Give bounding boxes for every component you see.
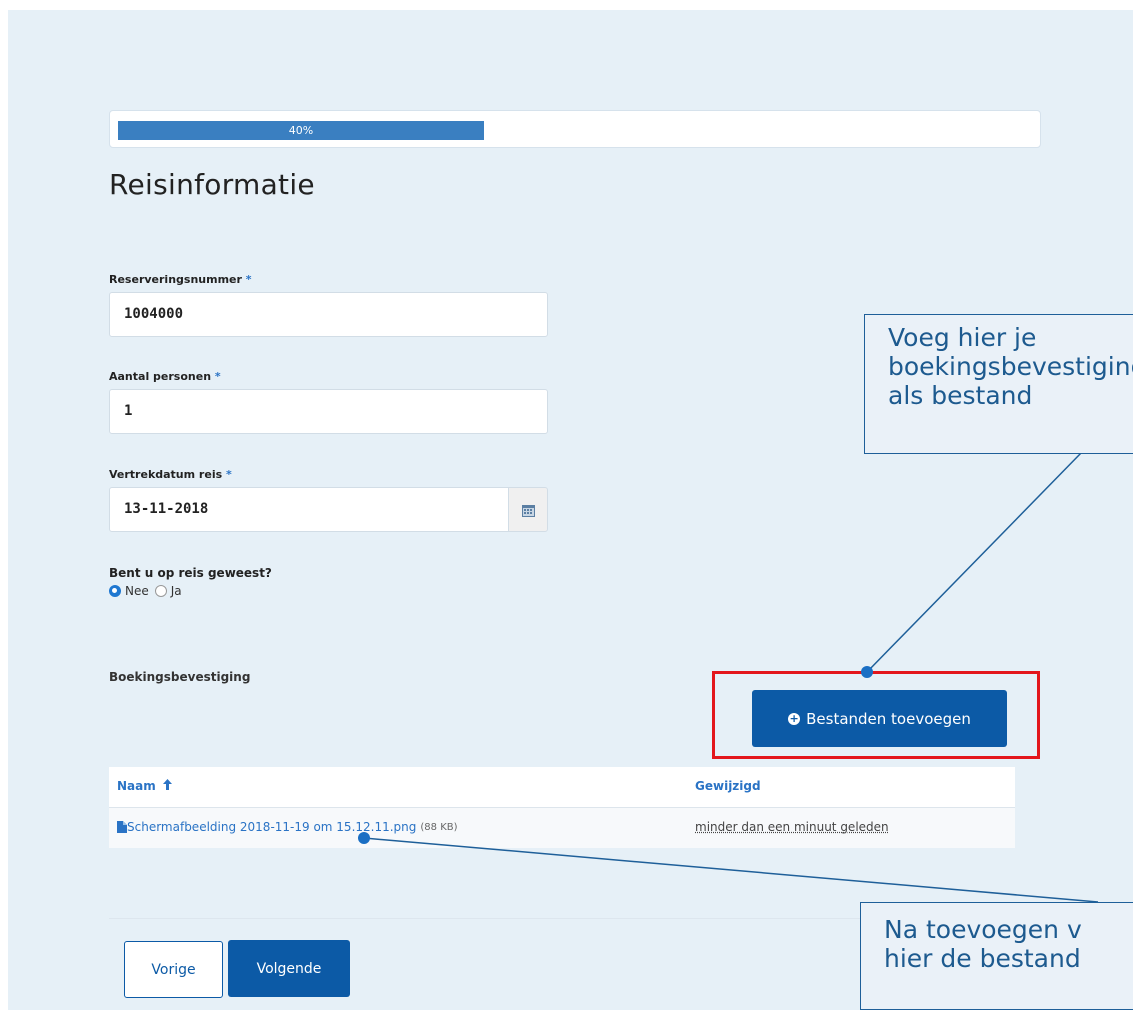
callout-top-line-3: als bestand — [888, 381, 1033, 410]
callout-bottom-line-1: Na toevoegen v — [884, 915, 1082, 944]
callout-dot-bottom — [358, 832, 370, 844]
callout-top-line-2: boekingsbevestiging — [888, 352, 1133, 381]
callout-bottom: Na toevoegen v hier de bestand — [860, 902, 1133, 1010]
callout-dot-top — [861, 666, 873, 678]
callout-line-top — [866, 451, 1083, 673]
callout-bottom-line-2: hier de bestand — [884, 944, 1081, 973]
callout-line-bottom — [363, 837, 1099, 903]
callout-connectors — [358, 451, 1099, 903]
callout-top-line-1: Voeg hier je — [888, 323, 1037, 352]
callout-top: Voeg hier je boekingsbevestiging als bes… — [864, 314, 1133, 454]
